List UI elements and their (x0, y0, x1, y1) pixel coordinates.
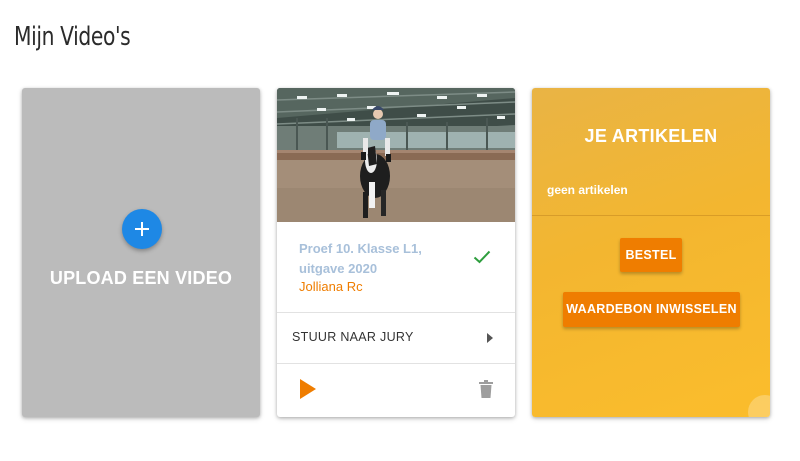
divider (277, 363, 515, 364)
video-thumbnail[interactable] (277, 88, 515, 222)
page-title: Mijn Video's (14, 22, 131, 52)
video-info: Proef 10. Klasse L1, uitgave 2020 Jollia… (277, 222, 515, 312)
video-card: Proef 10. Klasse L1, uitgave 2020 Jollia… (277, 88, 515, 417)
chevron-right-icon (487, 333, 493, 343)
order-button[interactable]: BESTEL (620, 238, 682, 272)
play-icon[interactable] (300, 379, 316, 399)
send-to-jury-button[interactable]: STUUR NAAR JURY (277, 313, 515, 363)
articles-card: JE ARTIKELEN geen artikelen BESTEL WAARD… (532, 88, 770, 417)
upload-label: UPLOAD EEN VIDEO (49, 268, 233, 288)
corner-decoration (748, 395, 770, 417)
upload-button[interactable] (122, 209, 162, 249)
send-to-jury-label: STUUR NAAR JURY (292, 330, 414, 344)
articles-empty-text: geen artikelen (547, 183, 628, 197)
check-icon (473, 250, 491, 264)
rider-name: Jolliana Rc (299, 279, 363, 294)
upload-video-card[interactable]: UPLOAD EEN VIDEO (22, 88, 260, 417)
articles-title: JE ARTIKELEN (584, 126, 718, 146)
video-title: Proef 10. Klasse L1, uitgave 2020 (299, 241, 422, 276)
plus-icon (135, 222, 149, 236)
trash-icon[interactable] (479, 380, 493, 398)
divider (532, 215, 770, 216)
redeem-voucher-button[interactable]: WAARDEBON INWISSELEN (563, 292, 740, 327)
